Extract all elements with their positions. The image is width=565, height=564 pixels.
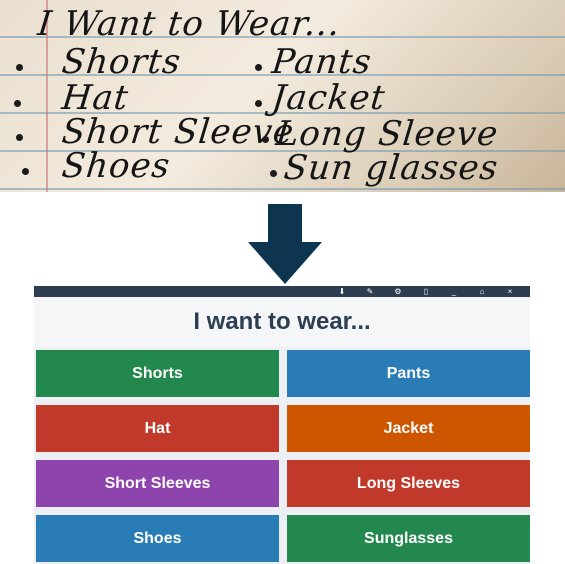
chart-icon[interactable]: ▯ bbox=[412, 286, 440, 297]
tile-hat[interactable]: Hat bbox=[36, 405, 279, 452]
board-title: I want to wear... bbox=[34, 297, 530, 347]
top-toolbar: ⬇ ✎ ⚙ ▯ _ ⌂ × bbox=[34, 286, 530, 297]
minimize-icon[interactable]: _ bbox=[440, 286, 468, 297]
down-arrow-icon bbox=[248, 204, 322, 284]
handwritten-list-photo: I Want to Wear... Shorts Pants Hat Jacke… bbox=[0, 0, 565, 192]
bullet-dot bbox=[255, 100, 262, 107]
bullet-dot bbox=[270, 170, 277, 177]
tile-shorts[interactable]: Shorts bbox=[36, 350, 279, 397]
tile-pants[interactable]: Pants bbox=[287, 350, 530, 397]
home-icon[interactable]: ⌂ bbox=[468, 286, 496, 297]
bullet-dot bbox=[16, 64, 23, 71]
handwritten-item: Shoes bbox=[59, 146, 173, 186]
communication-board-window: ⬇ ✎ ⚙ ▯ _ ⌂ × I want to wear... Shorts P… bbox=[34, 286, 530, 564]
tile-short-sleeves[interactable]: Short Sleeves bbox=[36, 460, 279, 507]
bullet-dot bbox=[16, 134, 23, 141]
tile-sunglasses[interactable]: Sunglasses bbox=[287, 515, 530, 562]
gear-icon[interactable]: ⚙ bbox=[384, 286, 412, 297]
pencil-icon[interactable]: ✎ bbox=[356, 286, 384, 297]
handwritten-item: Sun glasses bbox=[281, 148, 501, 188]
choice-grid: Shorts Pants Hat Jacket Short Sleeves Lo… bbox=[34, 347, 530, 562]
tile-jacket[interactable]: Jacket bbox=[287, 405, 530, 452]
tile-long-sleeves[interactable]: Long Sleeves bbox=[287, 460, 530, 507]
bullet-dot bbox=[14, 100, 21, 107]
handwritten-heading: I Want to Wear... bbox=[35, 4, 343, 44]
tile-shoes[interactable]: Shoes bbox=[36, 515, 279, 562]
handwritten-item: Pants bbox=[269, 42, 374, 82]
bullet-dot bbox=[262, 136, 269, 143]
bullet-dot bbox=[255, 64, 262, 71]
close-icon[interactable]: × bbox=[496, 286, 524, 297]
download-icon[interactable]: ⬇ bbox=[328, 286, 356, 297]
bullet-dot bbox=[22, 168, 29, 175]
handwritten-item: Shorts bbox=[59, 42, 184, 82]
